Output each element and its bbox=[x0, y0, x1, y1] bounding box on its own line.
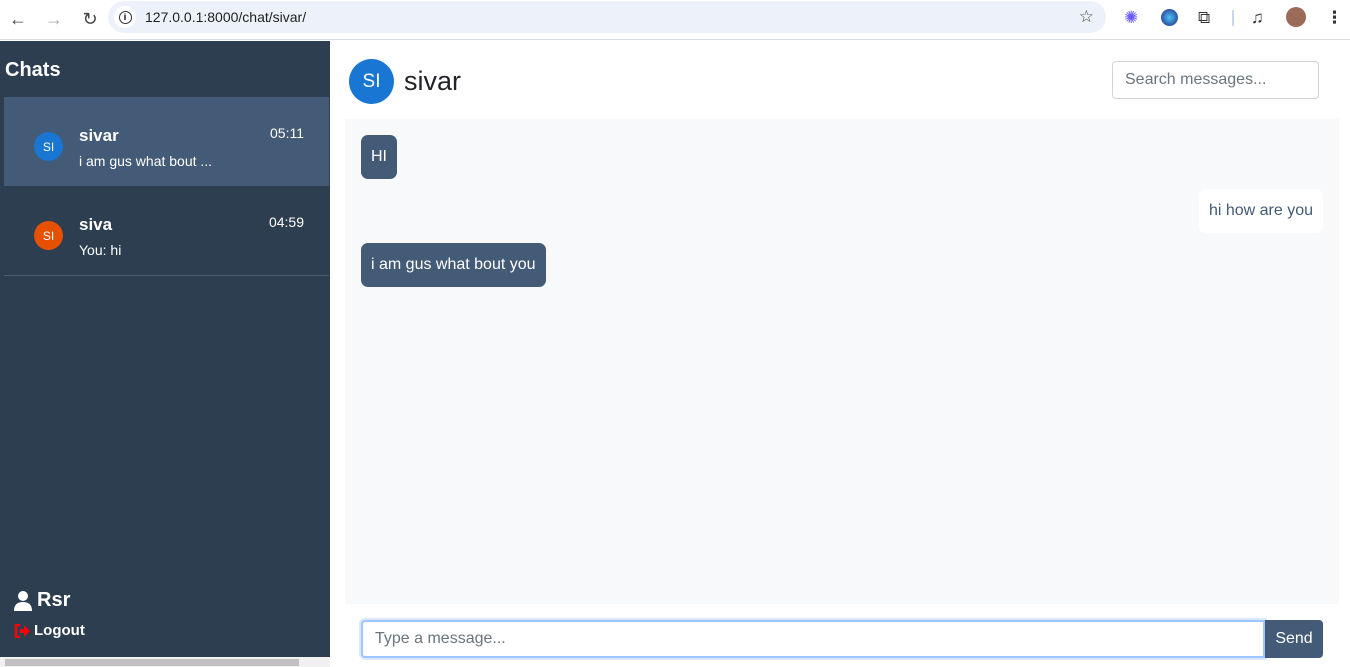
puzzle-icon[interactable]: ⧉ bbox=[1198, 8, 1210, 28]
address-bar[interactable]: i 127.0.0.1:8000/chat/sivar/ ☆ bbox=[108, 1, 1106, 33]
user-icon bbox=[14, 590, 32, 611]
reload-icon[interactable]: ↻ bbox=[72, 9, 108, 30]
chat-name: siva bbox=[79, 215, 113, 234]
star-icon[interactable]: ☆ bbox=[1079, 7, 1094, 27]
avatar: SI bbox=[34, 221, 63, 250]
user-name: Rsr bbox=[37, 589, 71, 611]
message-received: i am gus what bout you bbox=[361, 243, 546, 287]
menu-icon[interactable]: ⋮ bbox=[1326, 8, 1343, 28]
sidebar: Chats SI sivar 05:11 i am gus what bout … bbox=[0, 41, 330, 667]
sidebar-title: Chats bbox=[5, 59, 61, 81]
search-messages-input[interactable] bbox=[1112, 61, 1319, 99]
back-icon[interactable]: ← bbox=[0, 9, 36, 30]
chat-item-siva[interactable]: SI siva 04:59 You: hi bbox=[4, 186, 329, 275]
chat-title: sivar bbox=[404, 66, 462, 96]
chat-panel: SI sivar HI hi how are you i am gus what… bbox=[330, 41, 1350, 667]
logout-label: Logout bbox=[34, 622, 85, 639]
send-button[interactable]: Send bbox=[1265, 620, 1323, 658]
message-sent: hi how are you bbox=[1198, 189, 1323, 233]
media-icon[interactable]: ♫ bbox=[1251, 8, 1264, 28]
logout-link[interactable]: Logout bbox=[14, 622, 85, 639]
profile-avatar[interactable] bbox=[1286, 7, 1306, 27]
url-text: 127.0.0.1:8000/chat/sivar/ bbox=[145, 9, 307, 25]
chat-item-sivar[interactable]: SI sivar 05:11 i am gus what bout ... bbox=[4, 97, 329, 186]
message-received: HI bbox=[361, 135, 397, 179]
chat-time: 05:11 bbox=[270, 125, 304, 141]
message-input[interactable] bbox=[361, 620, 1265, 658]
info-icon[interactable]: i bbox=[114, 6, 136, 28]
chat-time: 04:59 bbox=[268, 214, 304, 230]
message-list: HI hi how are you i am gus what bout you bbox=[345, 119, 1339, 604]
browser-toolbar: ← → ↻ i 127.0.0.1:8000/chat/sivar/ ☆ ✺ ⧉… bbox=[0, 0, 1350, 40]
toolbar-divider bbox=[1232, 10, 1234, 26]
forward-icon[interactable]: → bbox=[36, 9, 72, 30]
logout-icon bbox=[14, 623, 30, 638]
chat-name: sivar bbox=[79, 126, 119, 145]
horizontal-scrollbar[interactable] bbox=[0, 657, 330, 667]
chat-preview: You: hi bbox=[79, 242, 122, 258]
divider bbox=[4, 275, 329, 276]
avatar: SI bbox=[34, 132, 63, 161]
chat-avatar: SI bbox=[349, 59, 394, 104]
current-user: Rsr bbox=[14, 589, 70, 612]
extension-icon[interactable]: ✺ bbox=[1124, 8, 1138, 28]
chat-preview: i am gus what bout ... bbox=[79, 153, 213, 169]
extension-globe-icon[interactable] bbox=[1161, 9, 1178, 26]
